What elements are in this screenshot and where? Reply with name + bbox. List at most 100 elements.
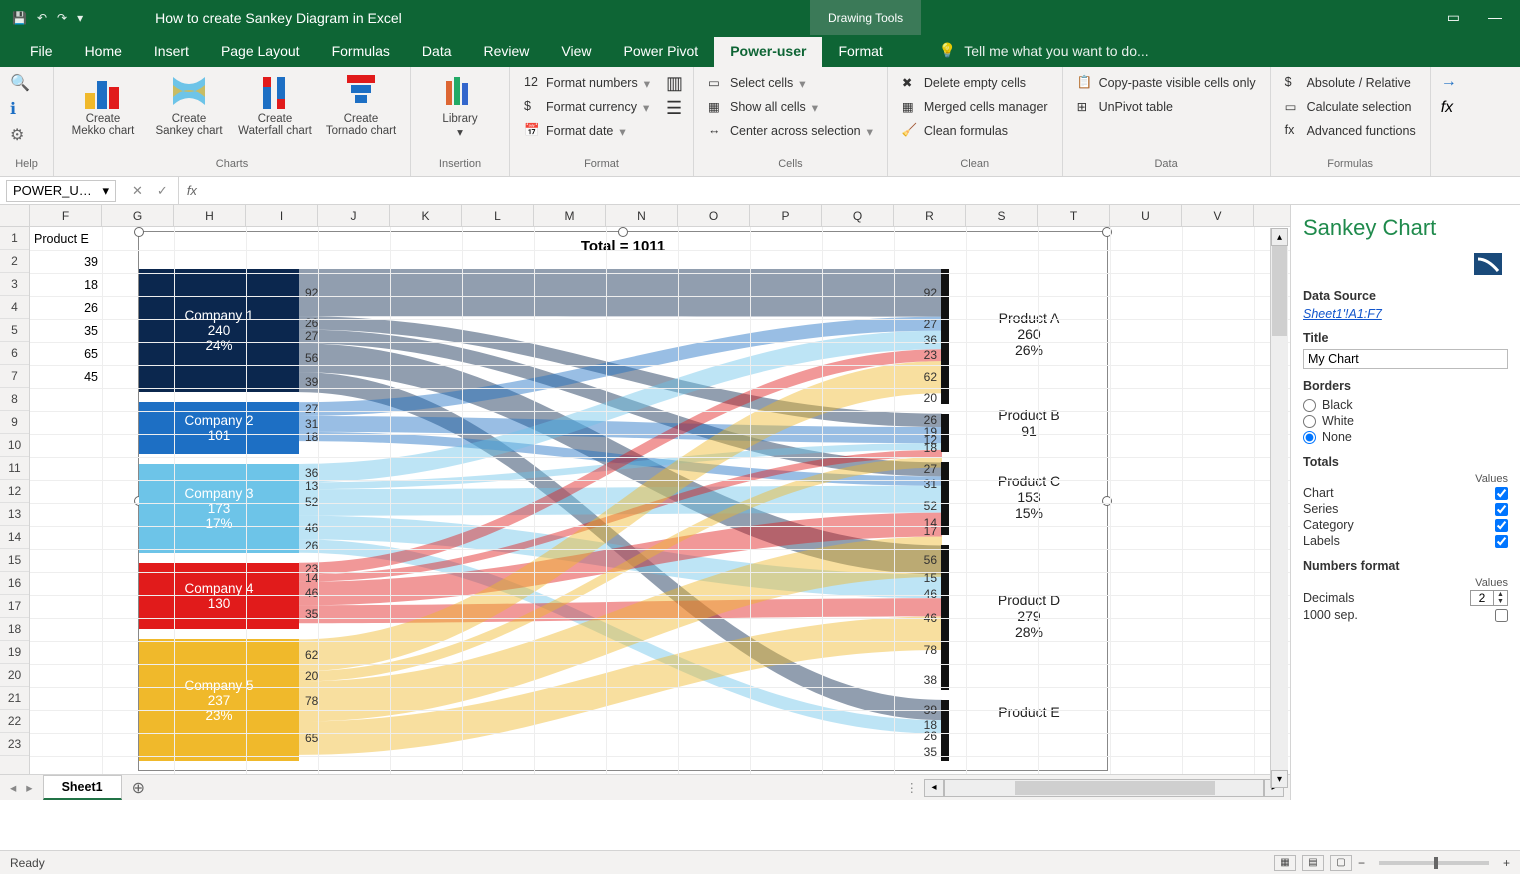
col-header[interactable]: Q bbox=[822, 205, 894, 226]
sheet-tab-sheet1[interactable]: Sheet1 bbox=[43, 775, 122, 800]
fx-icon[interactable]: fx bbox=[1441, 99, 1459, 117]
decimals-input[interactable] bbox=[1471, 591, 1493, 605]
advanced-functions-button[interactable]: fxAdvanced functions bbox=[1281, 121, 1420, 141]
col-header[interactable]: S bbox=[966, 205, 1038, 226]
row-header[interactable]: 17 bbox=[0, 595, 29, 618]
column-chart-icon[interactable]: ▥ bbox=[666, 73, 683, 94]
qat-customize-icon[interactable]: ▾ bbox=[77, 11, 83, 25]
border-radio[interactable] bbox=[1303, 431, 1316, 444]
info-icon[interactable]: ℹ bbox=[10, 99, 28, 117]
create-mekko-chart-button[interactable]: CreateMekko chart bbox=[64, 73, 142, 137]
row-header[interactable]: 2 bbox=[0, 250, 29, 273]
decimals-spinner[interactable]: ▲▼ bbox=[1470, 590, 1508, 606]
tab-data[interactable]: Data bbox=[406, 37, 468, 67]
scroll-up-icon[interactable]: ▴ bbox=[1271, 228, 1288, 246]
border-radio[interactable] bbox=[1303, 399, 1316, 412]
row-header[interactable]: 22 bbox=[0, 710, 29, 733]
totals-checkbox-chart[interactable] bbox=[1495, 487, 1508, 500]
format-currency-button[interactable]: $Format currency ▾ bbox=[520, 97, 654, 117]
cancel-formula-icon[interactable]: ✕ bbox=[132, 183, 143, 199]
create-waterfall-chart-button[interactable]: CreateWaterfall chart bbox=[236, 73, 314, 137]
row-headers[interactable]: 1234567891011121314151617181920212223 bbox=[0, 227, 30, 774]
create-sankey-chart-button[interactable]: CreateSankey chart bbox=[150, 73, 228, 137]
row-header[interactable]: 5 bbox=[0, 319, 29, 342]
tell-me-search[interactable]: 💡 Tell me what you want to do... bbox=[939, 42, 1149, 67]
zoom-slider[interactable] bbox=[1379, 861, 1489, 865]
col-header[interactable]: J bbox=[318, 205, 390, 226]
col-header[interactable]: L bbox=[462, 205, 534, 226]
scroll-down-icon[interactable]: ▾ bbox=[1271, 770, 1288, 788]
calculate-selection-button[interactable]: ▭Calculate selection bbox=[1281, 97, 1420, 117]
contextual-tab-drawing-tools[interactable]: Drawing Tools bbox=[810, 0, 921, 35]
library-button[interactable]: Library▾ bbox=[421, 73, 499, 139]
col-header[interactable]: P bbox=[750, 205, 822, 226]
cell-value[interactable]: 65 bbox=[30, 342, 102, 365]
accept-formula-icon[interactable]: ✓ bbox=[157, 183, 168, 199]
tab-insert[interactable]: Insert bbox=[138, 37, 205, 67]
select-all-corner[interactable] bbox=[0, 205, 30, 226]
col-header[interactable]: O bbox=[678, 205, 750, 226]
zoom-out-icon[interactable]: − bbox=[1358, 856, 1365, 870]
cell-value[interactable]: Product E bbox=[30, 227, 102, 250]
col-header[interactable]: N bbox=[606, 205, 678, 226]
data-source-link[interactable]: Sheet1'!A1:F7 bbox=[1303, 307, 1382, 321]
totals-checkbox-labels[interactable] bbox=[1495, 535, 1508, 548]
row-header[interactable]: 14 bbox=[0, 526, 29, 549]
tab-format[interactable]: Format bbox=[822, 37, 898, 67]
row-header[interactable]: 15 bbox=[0, 549, 29, 572]
redo-icon[interactable]: ↷ bbox=[57, 11, 67, 25]
row-header[interactable]: 20 bbox=[0, 664, 29, 687]
col-header[interactable]: K bbox=[390, 205, 462, 226]
row-header[interactable]: 19 bbox=[0, 641, 29, 664]
row-header[interactable]: 12 bbox=[0, 480, 29, 503]
row-header[interactable]: 6 bbox=[0, 342, 29, 365]
fx-label-icon[interactable]: fx bbox=[179, 183, 205, 198]
horizontal-scrollbar[interactable]: ⋮ ◂ ▸ bbox=[900, 779, 1291, 797]
tab-power-user[interactable]: Power-user bbox=[714, 37, 822, 67]
tab-home[interactable]: Home bbox=[69, 37, 138, 67]
sheet-nav-prev-icon[interactable]: ◂ bbox=[10, 780, 16, 795]
row-header[interactable]: 7 bbox=[0, 365, 29, 388]
cell-value[interactable]: 35 bbox=[30, 319, 102, 342]
scroll-left-icon[interactable]: ◂ bbox=[924, 779, 944, 797]
bar-chart-icon[interactable]: ☰ bbox=[666, 98, 683, 119]
view-normal-icon[interactable]: ▦ bbox=[1274, 855, 1296, 871]
col-header[interactable]: H bbox=[174, 205, 246, 226]
help-icon[interactable]: 🔍 bbox=[10, 73, 28, 91]
vscroll-thumb[interactable] bbox=[1272, 246, 1287, 336]
tab-review[interactable]: Review bbox=[468, 37, 546, 67]
merged-cells-manager-button[interactable]: ▦Merged cells manager bbox=[898, 97, 1052, 117]
row-header[interactable]: 3 bbox=[0, 273, 29, 296]
row-header[interactable]: 16 bbox=[0, 572, 29, 595]
col-header[interactable]: G bbox=[102, 205, 174, 226]
format-numbers-button[interactable]: 12Format numbers ▾ bbox=[520, 73, 654, 93]
col-header[interactable]: U bbox=[1110, 205, 1182, 226]
resize-handle[interactable] bbox=[134, 227, 144, 237]
delete-empty-cells-button[interactable]: ✖Delete empty cells bbox=[898, 73, 1052, 93]
col-header[interactable]: F bbox=[30, 205, 102, 226]
scroll-thumb[interactable] bbox=[1015, 781, 1215, 795]
cells-area[interactable]: Total = 1011 Company 124024%9226275639Co… bbox=[30, 227, 1290, 774]
border-radio[interactable] bbox=[1303, 415, 1316, 428]
row-header[interactable]: 13 bbox=[0, 503, 29, 526]
row-header[interactable]: 10 bbox=[0, 434, 29, 457]
row-header[interactable]: 11 bbox=[0, 457, 29, 480]
row-header[interactable]: 8 bbox=[0, 388, 29, 411]
cell-value[interactable]: 39 bbox=[30, 250, 102, 273]
save-icon[interactable]: 💾 bbox=[12, 11, 27, 25]
col-header[interactable]: I bbox=[246, 205, 318, 226]
col-header[interactable]: R bbox=[894, 205, 966, 226]
minimize-icon[interactable]: — bbox=[1488, 9, 1502, 26]
cell-value[interactable]: 18 bbox=[30, 273, 102, 296]
copy-paste-visible-cells-only-button[interactable]: 📋Copy-paste visible cells only bbox=[1073, 73, 1260, 93]
chart-title-input[interactable] bbox=[1303, 349, 1508, 369]
col-header[interactable]: V bbox=[1182, 205, 1254, 226]
col-header[interactable]: T bbox=[1038, 205, 1110, 226]
tab-view[interactable]: View bbox=[545, 37, 607, 67]
thousand-sep-checkbox[interactable] bbox=[1495, 609, 1508, 622]
select-cells-button[interactable]: ▭Select cells ▾ bbox=[704, 73, 877, 93]
col-header[interactable]: M bbox=[534, 205, 606, 226]
row-header[interactable]: 9 bbox=[0, 411, 29, 434]
unpivot-table-button[interactable]: ⊞UnPivot table bbox=[1073, 97, 1260, 117]
totals-checkbox-category[interactable] bbox=[1495, 519, 1508, 532]
